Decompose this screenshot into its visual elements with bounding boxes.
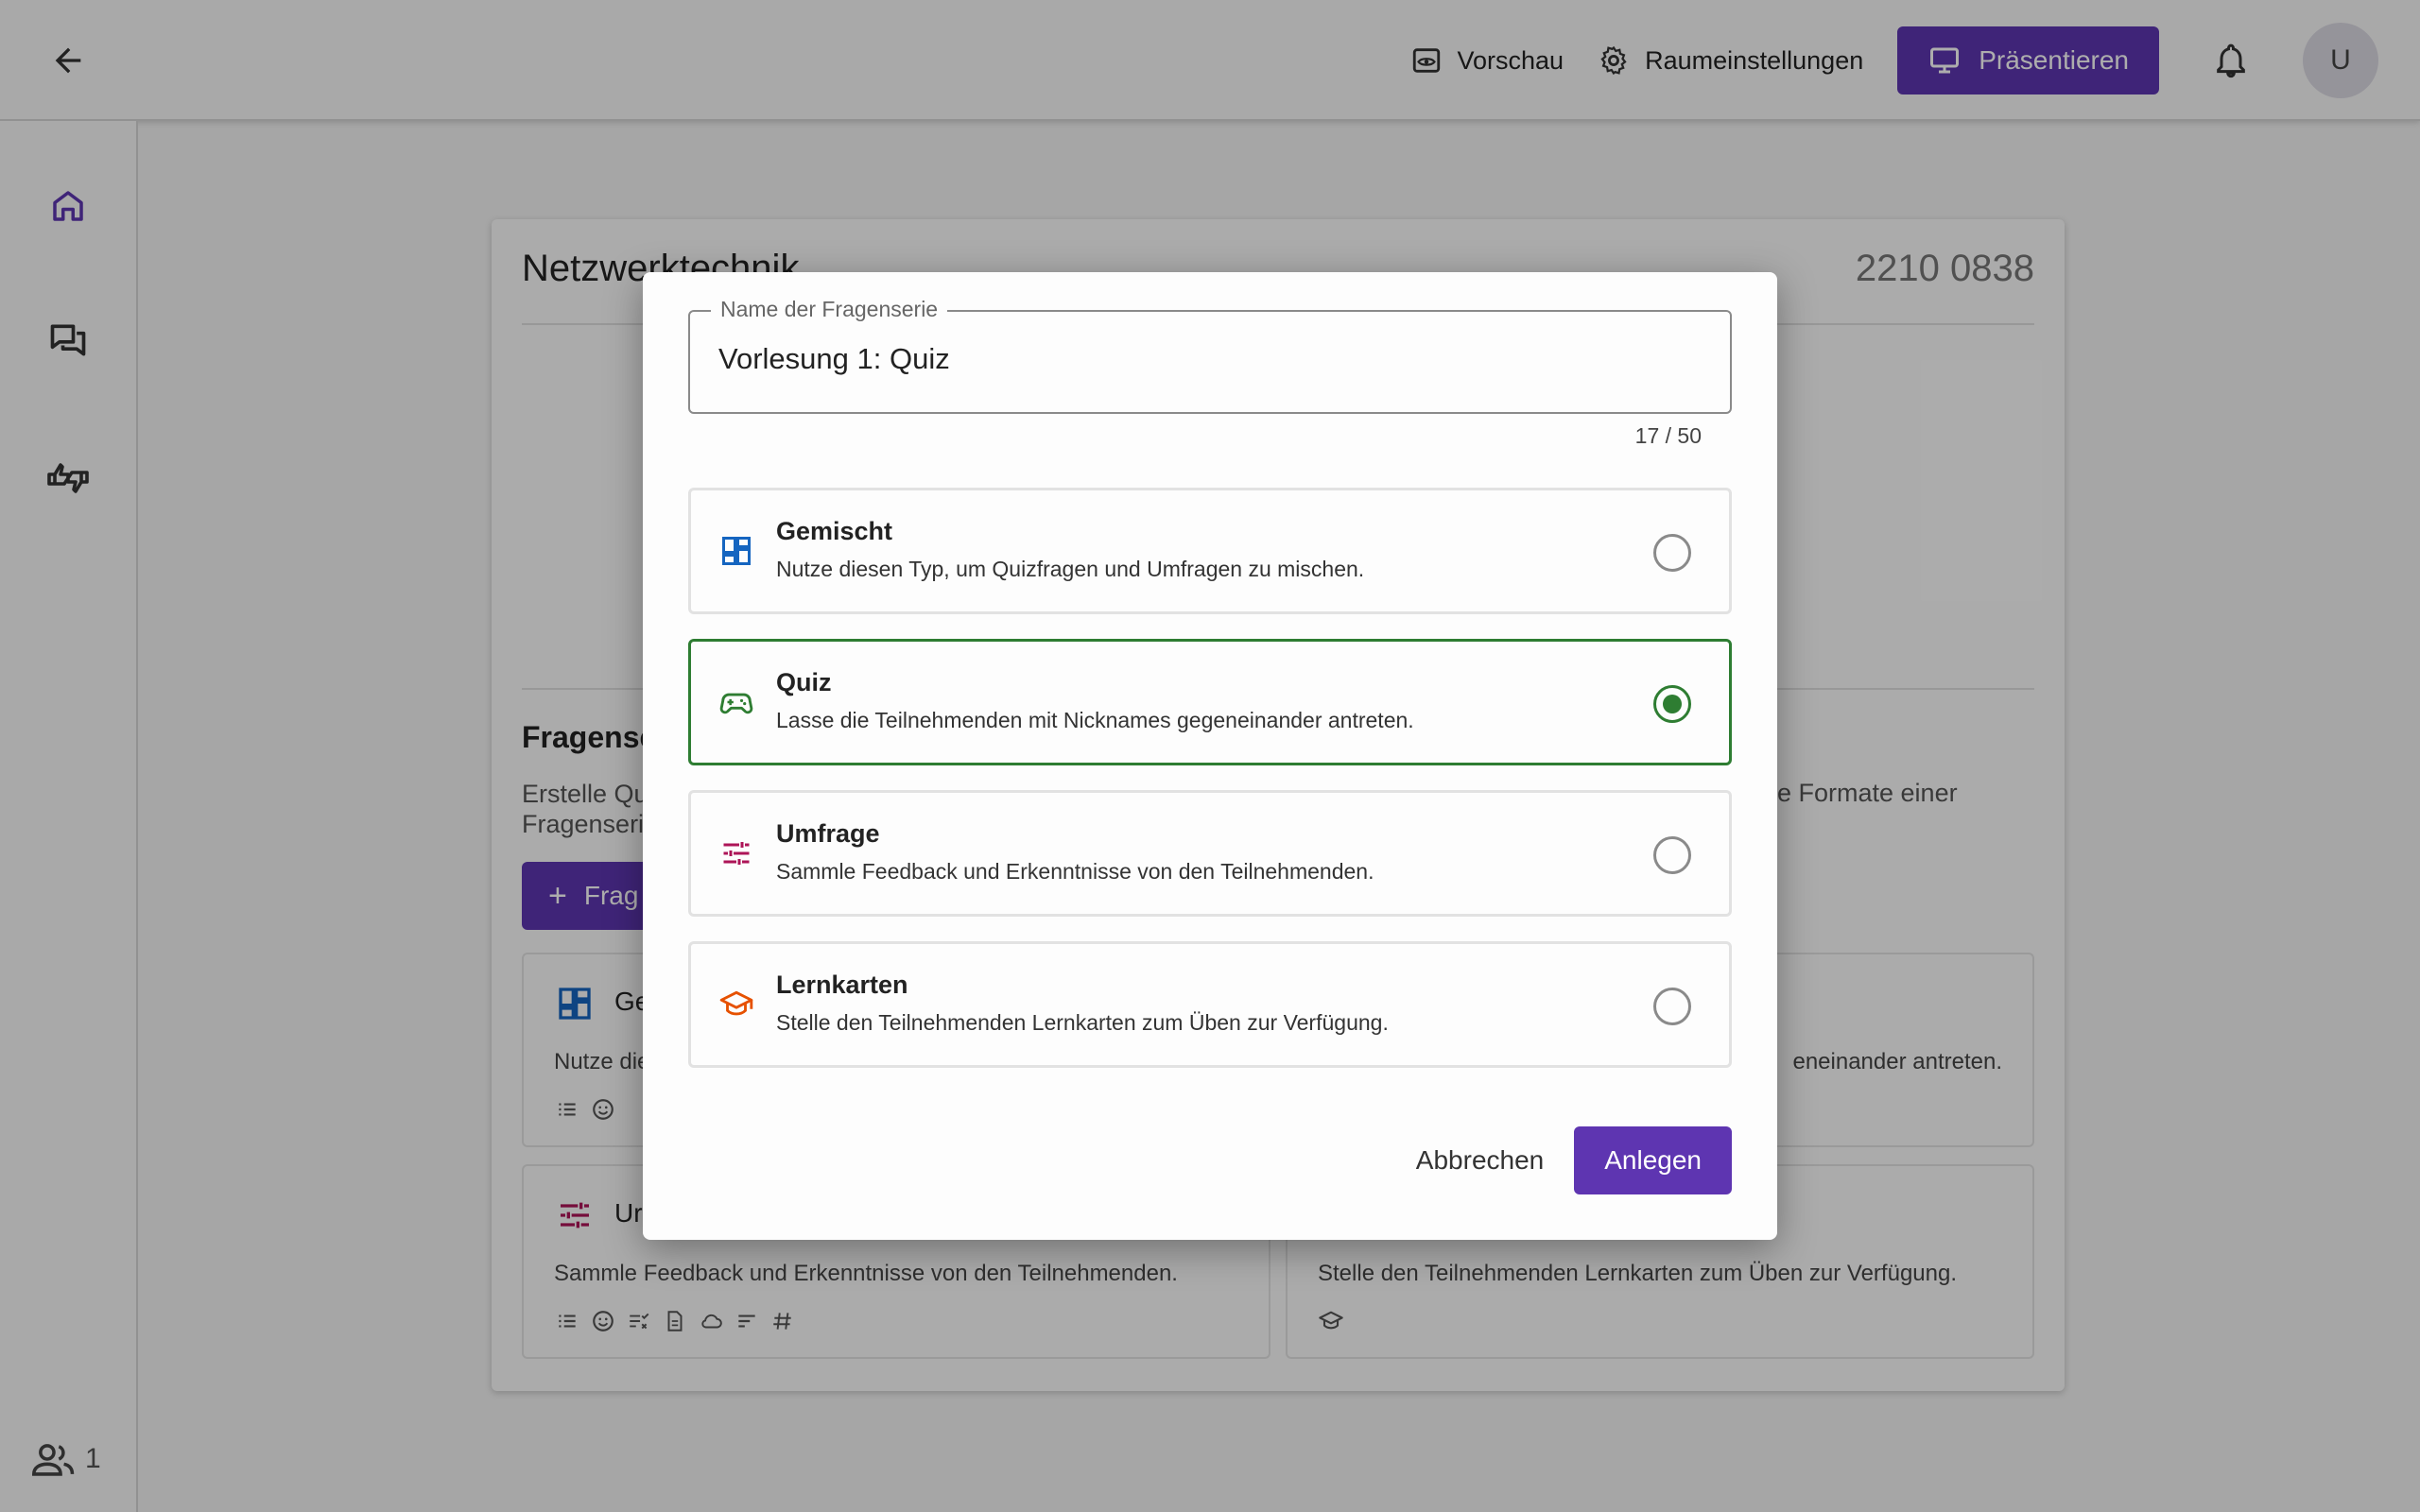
radio-quiz[interactable]	[1653, 685, 1691, 723]
cancel-button[interactable]: Abbrechen	[1416, 1130, 1544, 1191]
create-button[interactable]: Anlegen	[1574, 1126, 1732, 1194]
radio-flashcards[interactable]	[1653, 988, 1691, 1025]
option-title: Quiz	[776, 668, 832, 696]
series-name-input[interactable]	[718, 342, 1692, 376]
option-description: Stelle den Teilnehmenden Lernkarten zum …	[776, 1010, 1389, 1035]
option-description: Nutze diesen Typ, um Quizfragen und Umfr…	[776, 557, 1365, 581]
tune-icon	[717, 834, 755, 872]
option-title: Lernkarten	[776, 971, 908, 999]
option-title: Gemischt	[776, 517, 893, 545]
option-description: Lasse die Teilnehmenden mit Nicknames ge…	[776, 708, 1414, 732]
option-title: Umfrage	[776, 819, 880, 848]
series-name-label: Name der Fragenserie	[711, 297, 948, 322]
character-counter: 17 / 50	[1634, 423, 1702, 448]
gamepad-icon	[717, 683, 755, 721]
dashboard-icon	[717, 532, 755, 570]
school-icon	[717, 986, 755, 1023]
option-quiz[interactable]: Quiz Lasse die Teilnehmenden mit Nicknam…	[688, 639, 1732, 765]
create-series-dialog: Name der Fragenserie 17 / 50 Gemischt Nu…	[643, 272, 1777, 1240]
radio-survey[interactable]	[1653, 836, 1691, 874]
series-name-field: Name der Fragenserie	[688, 297, 1732, 414]
radio-mixed[interactable]	[1653, 534, 1691, 572]
option-mixed[interactable]: Gemischt Nutze diesen Typ, um Quizfragen…	[688, 488, 1732, 614]
option-flashcards[interactable]: Lernkarten Stelle den Teilnehmenden Lern…	[688, 941, 1732, 1068]
option-description: Sammle Feedback und Erkenntnisse von den…	[776, 859, 1374, 884]
option-survey[interactable]: Umfrage Sammle Feedback und Erkenntnisse…	[688, 790, 1732, 917]
